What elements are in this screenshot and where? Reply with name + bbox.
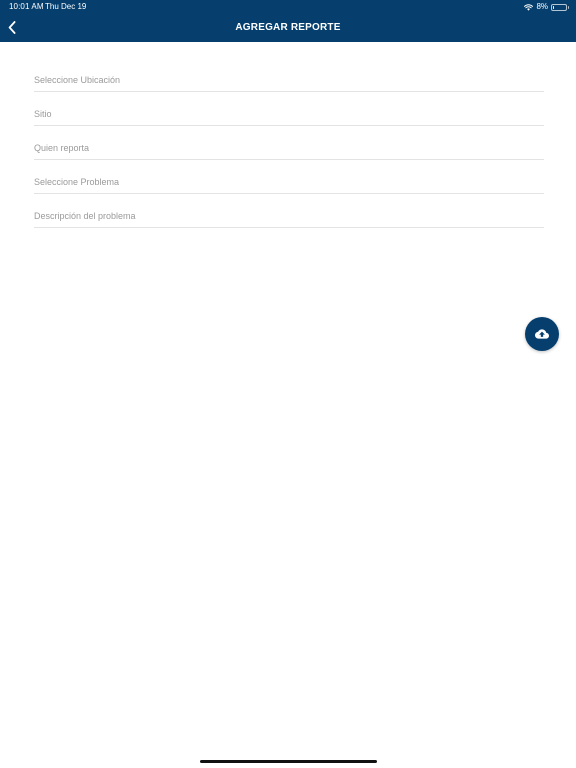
site-input[interactable]	[34, 104, 544, 126]
problem-select-input[interactable]	[34, 172, 544, 194]
page-title: AGREGAR REPORTE	[235, 22, 341, 33]
description-field-row	[34, 194, 544, 228]
app-screen: 10:01 AM Thu Dec 19 8% AGREGAR REPORTE	[0, 0, 576, 768]
status-date: Thu Dec 19	[45, 2, 87, 11]
report-form	[34, 58, 544, 228]
site-field-row	[34, 92, 544, 126]
wifi-icon	[524, 3, 534, 11]
upload-report-button[interactable]	[525, 317, 559, 351]
battery-percentage: 8%	[536, 2, 548, 11]
problem-field-row	[34, 160, 544, 194]
cloud-upload-icon	[535, 329, 549, 339]
reporter-input[interactable]	[34, 138, 544, 160]
status-time: 10:01 AM	[9, 2, 44, 11]
reporter-field-row	[34, 126, 544, 160]
navigation-bar: 10:01 AM Thu Dec 19 8% AGREGAR REPORTE	[0, 0, 576, 42]
location-select-input[interactable]	[34, 70, 544, 92]
battery-icon	[551, 3, 569, 11]
location-field-row	[34, 58, 544, 92]
home-indicator	[200, 760, 377, 763]
status-indicators: 8%	[524, 2, 569, 12]
problem-description-input[interactable]	[34, 206, 544, 228]
battery-level-fill	[553, 5, 554, 9]
